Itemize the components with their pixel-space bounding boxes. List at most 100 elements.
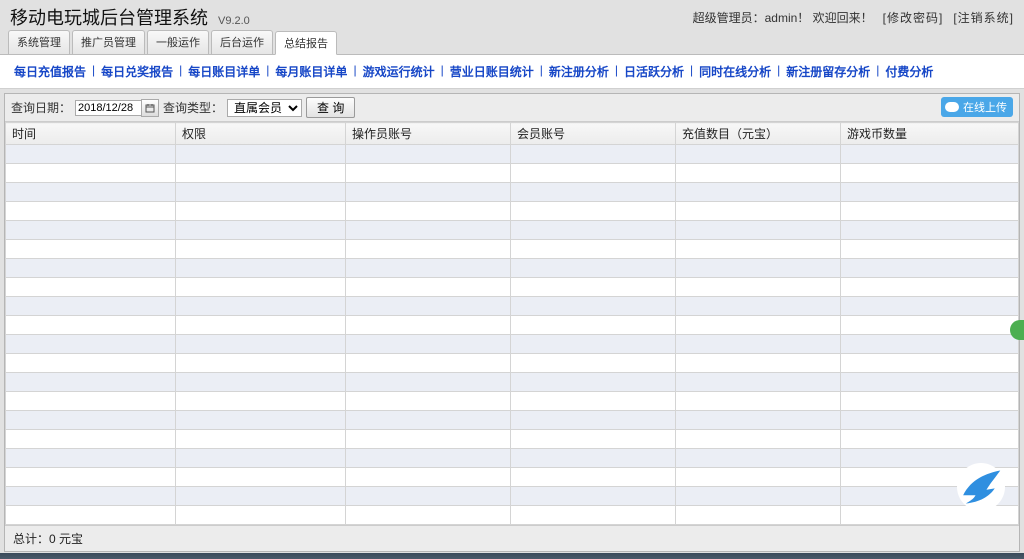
- subnav-separator: |: [179, 63, 182, 80]
- cell: [346, 335, 511, 354]
- cell: [676, 411, 841, 430]
- col-header-1[interactable]: 权限: [176, 123, 346, 145]
- table-row[interactable]: [6, 449, 1019, 468]
- col-header-4[interactable]: 充值数目（元宝）: [676, 123, 841, 145]
- cell: [176, 449, 346, 468]
- cell: [346, 506, 511, 525]
- cell: [841, 392, 1019, 411]
- cell: [676, 449, 841, 468]
- cell: [676, 259, 841, 278]
- top-tab-1[interactable]: 推广员管理: [72, 30, 145, 54]
- cell: [176, 411, 346, 430]
- change-password-link[interactable]: [修改密码]: [883, 9, 944, 26]
- col-header-0[interactable]: 时间: [6, 123, 176, 145]
- subnav-link-8[interactable]: 同时在线分析: [699, 63, 771, 80]
- app-version: V9.2.0: [218, 15, 250, 27]
- side-bubble-icon[interactable]: [1010, 320, 1024, 340]
- subnav-link-10[interactable]: 付费分析: [885, 63, 933, 80]
- subnav-link-9[interactable]: 新注册留存分析: [786, 63, 870, 80]
- cell: [676, 373, 841, 392]
- date-input[interactable]: [75, 100, 141, 116]
- subnav-link-4[interactable]: 游戏运行统计: [363, 63, 435, 80]
- table-row[interactable]: [6, 411, 1019, 430]
- cell: [346, 297, 511, 316]
- table-row[interactable]: [6, 506, 1019, 525]
- table-row[interactable]: [6, 278, 1019, 297]
- cell: [6, 411, 176, 430]
- cell: [511, 373, 676, 392]
- cell: [6, 202, 176, 221]
- cell: [676, 316, 841, 335]
- cell: [841, 506, 1019, 525]
- subnav-link-0[interactable]: 每日充值报告: [14, 63, 86, 80]
- admin-label: 超级管理员：admin！ 欢迎回来！: [693, 9, 873, 26]
- table-row[interactable]: [6, 316, 1019, 335]
- cell: [176, 221, 346, 240]
- subnav-link-7[interactable]: 日活跃分析: [624, 63, 684, 80]
- col-header-3[interactable]: 会员账号: [511, 123, 676, 145]
- cell: [676, 183, 841, 202]
- table-row[interactable]: [6, 487, 1019, 506]
- col-header-2[interactable]: 操作员账号: [346, 123, 511, 145]
- subnav-link-6[interactable]: 新注册分析: [549, 63, 609, 80]
- cell: [346, 278, 511, 297]
- calendar-icon[interactable]: [141, 99, 159, 117]
- cell: [176, 259, 346, 278]
- cell: [6, 335, 176, 354]
- cell: [176, 202, 346, 221]
- cell: [676, 145, 841, 164]
- cell: [676, 297, 841, 316]
- cell: [511, 354, 676, 373]
- subnav-link-3[interactable]: 每月账目详单: [275, 63, 347, 80]
- cell: [6, 449, 176, 468]
- table-row[interactable]: [6, 392, 1019, 411]
- cell: [176, 506, 346, 525]
- table-row[interactable]: [6, 164, 1019, 183]
- cell: [511, 468, 676, 487]
- cell: [176, 316, 346, 335]
- table-row[interactable]: [6, 240, 1019, 259]
- top-tab-4[interactable]: 总结报告: [275, 31, 337, 55]
- top-tab-0[interactable]: 系统管理: [8, 30, 70, 54]
- cell: [6, 164, 176, 183]
- cell: [511, 449, 676, 468]
- cell: [841, 335, 1019, 354]
- subnav-link-5[interactable]: 营业日账目统计: [450, 63, 534, 80]
- cell: [841, 240, 1019, 259]
- header-left: 移动电玩城后台管理系统 V9.2.0: [10, 4, 250, 30]
- query-type-select[interactable]: 直属会员: [227, 99, 302, 117]
- table-row[interactable]: [6, 297, 1019, 316]
- table-row[interactable]: [6, 335, 1019, 354]
- cell: [176, 145, 346, 164]
- table-row[interactable]: [6, 468, 1019, 487]
- cell: [676, 221, 841, 240]
- cell: [6, 183, 176, 202]
- table-row[interactable]: [6, 221, 1019, 240]
- top-tab-2[interactable]: 一般运作: [147, 30, 209, 54]
- cell: [511, 221, 676, 240]
- table-row[interactable]: [6, 373, 1019, 392]
- cell: [676, 468, 841, 487]
- table-row[interactable]: [6, 183, 1019, 202]
- cell: [6, 487, 176, 506]
- app-title: 移动电玩城后台管理系统: [10, 4, 208, 30]
- top-tab-3[interactable]: 后台运作: [211, 30, 273, 54]
- table-row[interactable]: [6, 259, 1019, 278]
- subnav-link-1[interactable]: 每日兑奖报告: [101, 63, 173, 80]
- cell: [6, 430, 176, 449]
- cell: [6, 506, 176, 525]
- table-row[interactable]: [6, 145, 1019, 164]
- search-button[interactable]: 查 询: [306, 97, 355, 118]
- subnav-link-2[interactable]: 每日账目详单: [188, 63, 260, 80]
- cell: [346, 449, 511, 468]
- online-upload-badge[interactable]: 在线上传: [941, 97, 1013, 117]
- col-header-5[interactable]: 游戏币数量: [841, 123, 1019, 145]
- table-row[interactable]: [6, 202, 1019, 221]
- cell: [511, 316, 676, 335]
- table-row[interactable]: [6, 354, 1019, 373]
- logout-link[interactable]: [注销系统]: [953, 9, 1014, 26]
- table-row[interactable]: [6, 430, 1019, 449]
- cell: [676, 506, 841, 525]
- cell: [176, 297, 346, 316]
- table-wrapper[interactable]: 时间权限操作员账号会员账号充值数目（元宝）游戏币数量: [5, 122, 1019, 526]
